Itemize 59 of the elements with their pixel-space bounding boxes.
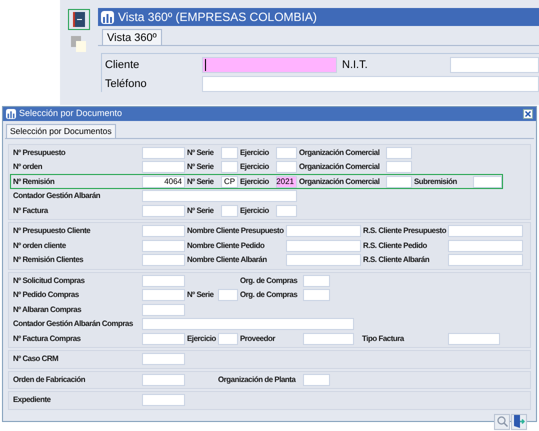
input-field[interactable] [221, 146, 238, 159]
input-field[interactable] [303, 289, 330, 302]
input-field[interactable]: CP [221, 176, 238, 188]
input-field[interactable] [142, 332, 185, 345]
tab[interactable]: Selección por Documentos [6, 124, 116, 138]
field-label: Teléfono [105, 76, 148, 92]
input-field[interactable] [386, 146, 412, 159]
input-field[interactable] [276, 146, 297, 159]
input-field[interactable] [448, 254, 523, 266]
input-field[interactable] [142, 374, 185, 386]
input-field[interactable] [142, 274, 185, 287]
input-field[interactable] [218, 289, 238, 302]
input-field[interactable] [286, 225, 361, 238]
input-field[interactable] [221, 161, 238, 174]
input-field[interactable] [202, 76, 539, 92]
input-field[interactable] [448, 332, 500, 345]
input-field[interactable] [142, 204, 185, 217]
input-field[interactable] [473, 176, 502, 188]
input-field[interactable] [303, 274, 330, 287]
copy-icon[interactable] [71, 36, 87, 52]
input-field[interactable] [303, 374, 330, 386]
book-icon[interactable] [68, 9, 90, 30]
input-field[interactable] [142, 146, 185, 159]
search-icon [496, 416, 508, 427]
input-field[interactable] [448, 225, 523, 238]
input-field[interactable] [142, 394, 185, 406]
field-label: N.I.T. [342, 58, 369, 73]
input-field[interactable] [202, 57, 337, 73]
input-field[interactable] [142, 318, 354, 330]
chart-icon [101, 10, 114, 24]
input-field[interactable] [218, 332, 238, 345]
exit-button[interactable] [511, 414, 527, 430]
input-field[interactable] [142, 225, 185, 238]
search-button[interactable] [494, 414, 510, 430]
close-icon[interactable] [523, 108, 533, 119]
dialog-title: Selección por Documento [19, 107, 122, 120]
input-field[interactable] [142, 190, 297, 202]
field-label: Cliente [105, 58, 140, 73]
input-field[interactable] [303, 332, 354, 345]
input-field[interactable] [142, 254, 185, 266]
window-title: Vista 360º (EMPRESAS COLOMBIA) [118, 9, 317, 26]
input-field[interactable] [386, 161, 412, 174]
input-field[interactable] [386, 176, 412, 188]
input-field[interactable] [286, 240, 361, 252]
input-field[interactable] [286, 254, 361, 266]
input-field[interactable] [142, 240, 185, 252]
input-field[interactable] [448, 240, 523, 252]
input-field[interactable] [221, 204, 238, 217]
input-field[interactable] [142, 161, 185, 174]
input-field[interactable]: 4064 [142, 176, 185, 188]
input-field[interactable] [450, 57, 539, 73]
input-field[interactable] [276, 204, 297, 217]
input-field[interactable]: 2021 [276, 176, 297, 188]
tab[interactable]: Vista 360º [102, 29, 162, 45]
exit-door-icon [513, 415, 525, 428]
input-field[interactable] [142, 353, 185, 366]
input-field[interactable] [276, 161, 297, 174]
input-field[interactable] [142, 289, 185, 302]
input-field[interactable] [142, 304, 185, 316]
